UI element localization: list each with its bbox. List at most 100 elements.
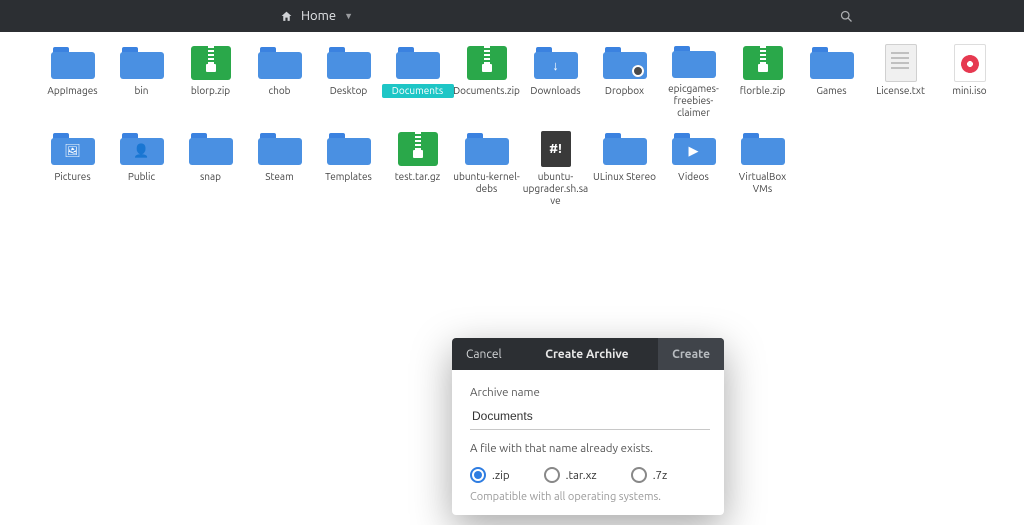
folder-icon — [327, 133, 371, 165]
file-label: Videos — [658, 170, 730, 184]
file-label: florble.zip — [727, 84, 799, 98]
file-label: snap — [175, 170, 247, 184]
file-item[interactable]: blorp.zip — [176, 46, 245, 116]
archive-icon — [743, 46, 783, 80]
file-label: ubuntu-kernel-debs — [451, 170, 523, 196]
file-label: Games — [796, 84, 868, 98]
folder-icon — [327, 47, 371, 79]
format-option[interactable]: .zip — [470, 467, 510, 483]
format-label: .tar.xz — [566, 469, 597, 482]
file-label: test.tar.gz — [382, 170, 454, 184]
archive-name-label: Archive name — [470, 386, 706, 399]
folder-icon — [603, 47, 647, 79]
archive-icon — [191, 46, 231, 80]
file-item[interactable]: bin — [107, 46, 176, 116]
compat-hint: Compatible with all operating systems. — [470, 491, 706, 503]
archive-icon — [398, 132, 438, 166]
file-item[interactable]: epicgames-freebies-claimer — [659, 46, 728, 116]
file-label: Documents — [382, 84, 454, 98]
home-icon — [280, 10, 293, 23]
file-item[interactable]: Documents — [383, 46, 452, 116]
file-item[interactable]: #!ubuntu-upgrader.sh.save — [521, 132, 590, 202]
folder-icon: 👤 — [120, 133, 164, 165]
breadcrumb[interactable]: Home ▼ — [280, 9, 353, 23]
file-label: bin — [106, 84, 178, 98]
file-item[interactable]: License.txt — [866, 46, 935, 116]
icon-grid: AppImagesbinblorp.zipchobDesktopDocument… — [38, 46, 1012, 218]
file-label: AppImages — [37, 84, 109, 98]
file-item[interactable]: 🖼 Pictures — [38, 132, 107, 202]
file-item[interactable]: Documents.zip — [452, 46, 521, 116]
format-option[interactable]: .tar.xz — [544, 467, 597, 483]
file-item[interactable]: Dropbox — [590, 46, 659, 116]
file-label: License.txt — [865, 84, 937, 98]
script-file-icon: #! — [541, 131, 571, 167]
cancel-button[interactable]: Cancel — [452, 338, 516, 370]
file-label: ULinux Stereo — [589, 170, 661, 184]
file-label: Templates — [313, 170, 385, 184]
file-label: Pictures — [37, 170, 109, 184]
text-file-icon — [885, 44, 917, 82]
radio-icon — [544, 467, 560, 483]
file-label: Downloads — [520, 84, 592, 98]
folder-icon — [51, 47, 95, 79]
search-icon[interactable] — [839, 9, 854, 24]
file-label: chob — [244, 84, 316, 98]
file-item[interactable]: chob — [245, 46, 314, 116]
file-item[interactable]: Steam — [245, 132, 314, 202]
folder-icon: ↓ — [534, 47, 578, 79]
folder-icon — [465, 133, 509, 165]
dialog-header: Cancel Create Archive Create — [452, 338, 724, 370]
file-manager-view: AppImagesbinblorp.zipchobDesktopDocument… — [0, 32, 1024, 525]
format-label: .7z — [653, 469, 668, 482]
file-item[interactable]: ▶ Videos — [659, 132, 728, 202]
file-item[interactable]: Games — [797, 46, 866, 116]
folder-icon — [189, 133, 233, 165]
file-item[interactable]: ↓ Downloads — [521, 46, 590, 116]
folder-icon — [741, 133, 785, 165]
format-options: .zip .tar.xz .7z — [470, 467, 706, 483]
file-item[interactable]: mini.iso — [935, 46, 1004, 116]
file-label: epicgames-freebies-claimer — [658, 82, 730, 120]
file-item[interactable]: test.tar.gz — [383, 132, 452, 202]
file-item[interactable]: Templates — [314, 132, 383, 202]
folder-icon — [810, 47, 854, 79]
folder-icon — [603, 133, 647, 165]
archive-icon — [467, 46, 507, 80]
format-label: .zip — [492, 469, 510, 482]
format-option[interactable]: .7z — [631, 467, 668, 483]
radio-icon — [631, 467, 647, 483]
file-item[interactable]: Desktop — [314, 46, 383, 116]
folder-icon: ▶ — [672, 133, 716, 165]
file-label: blorp.zip — [175, 84, 247, 98]
file-item[interactable]: AppImages — [38, 46, 107, 116]
create-button[interactable]: Create — [658, 338, 724, 370]
folder-icon — [120, 47, 164, 79]
chevron-down-icon: ▼ — [344, 11, 353, 21]
file-item[interactable]: 👤 Public — [107, 132, 176, 202]
file-item[interactable]: snap — [176, 132, 245, 202]
breadcrumb-label: Home — [301, 9, 336, 23]
iso-file-icon — [954, 44, 986, 82]
file-label: ubuntu-upgrader.sh.save — [520, 170, 592, 208]
file-label: Steam — [244, 170, 316, 184]
file-item[interactable]: ubuntu-kernel-debs — [452, 132, 521, 202]
file-label: VirtualBox VMs — [727, 170, 799, 196]
folder-icon — [258, 47, 302, 79]
file-label: mini.iso — [934, 84, 1006, 98]
radio-icon — [470, 467, 486, 483]
file-label: Public — [106, 170, 178, 184]
file-label: Desktop — [313, 84, 385, 98]
folder-icon — [258, 133, 302, 165]
file-item[interactable]: VirtualBox VMs — [728, 132, 797, 202]
create-archive-dialog: Cancel Create Archive Create Archive nam… — [452, 338, 724, 515]
dialog-title: Create Archive — [516, 348, 658, 361]
file-label: Dropbox — [589, 84, 661, 98]
name-exists-warning: A file with that name already exists. — [470, 442, 706, 455]
file-label: Documents.zip — [451, 84, 523, 98]
folder-icon — [672, 46, 716, 78]
file-item[interactable]: ULinux Stereo — [590, 132, 659, 202]
folder-icon: 🖼 — [51, 133, 95, 165]
archive-name-input[interactable] — [470, 405, 710, 430]
file-item[interactable]: florble.zip — [728, 46, 797, 116]
